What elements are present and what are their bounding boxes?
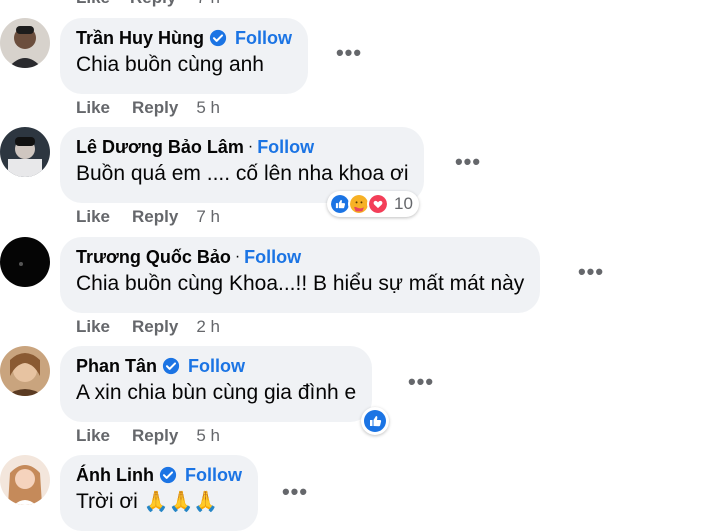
avatar[interactable] [0, 237, 50, 287]
comment-timestamp[interactable]: 2 h [196, 317, 220, 337]
comment-timestamp[interactable]: 7 h [196, 207, 220, 227]
comment-timestamp[interactable]: 7 h [196, 0, 220, 8]
like-button[interactable]: Like [76, 98, 110, 118]
comment-bubble: Trần Huy Hùng Follow Chia buồn cùng anh [60, 18, 309, 94]
comment-bubble: Ánh Linh Follow Trời ơi 🙏🙏🙏 [60, 455, 258, 531]
comment-bubble: Trương Quốc Bảo · Follow Chia buồn cùng … [60, 237, 541, 313]
follow-button[interactable]: Follow [188, 355, 245, 377]
follow-button[interactable]: Follow [185, 464, 242, 486]
commenter-name[interactable]: Ánh Linh [76, 464, 154, 486]
comment-actions: Like Reply 5 h [76, 98, 220, 118]
love-reaction-icon [367, 193, 389, 215]
verified-badge-icon [209, 29, 227, 47]
comment-actions: Like Reply 5 h [76, 426, 220, 446]
comment-text: Chia buồn cùng Khoa...!! B hiểu sự mất m… [76, 272, 525, 295]
like-button[interactable]: Like [76, 426, 110, 446]
previous-comment-actions: Like Reply 7 h [76, 0, 220, 8]
follow-button[interactable]: Follow [257, 136, 314, 158]
comment-bubble: Phan Tân Follow A xin chia bùn cùng gia … [60, 346, 373, 422]
follow-button[interactable]: Follow [235, 27, 292, 49]
more-options-icon[interactable]: ••• [406, 371, 436, 393]
commenter-name[interactable]: Trương Quốc Bảo [76, 246, 231, 268]
reaction-count: 10 [394, 194, 413, 213]
avatar[interactable] [0, 18, 50, 68]
commenter-name[interactable]: Lê Dương Bảo Lâm [76, 136, 244, 158]
avatar[interactable] [0, 455, 50, 505]
reply-button[interactable]: Reply [132, 207, 178, 227]
more-options-icon[interactable]: ••• [453, 151, 483, 173]
like-button[interactable]: Like [76, 0, 110, 8]
praying-hands-emoji: 🙏🙏🙏 [143, 491, 219, 513]
comment-timestamp[interactable]: 5 h [196, 98, 220, 118]
comment-text-body: Trời ơi [76, 490, 138, 513]
more-options-icon[interactable]: ••• [334, 42, 364, 64]
separator-dot: · [247, 138, 254, 155]
like-reaction-icon [364, 410, 386, 432]
like-button[interactable]: Like [76, 207, 110, 227]
comment-text: Chia buồn cùng anh [76, 53, 264, 76]
comment-feed: Like Reply 7 h Trần Huy Hùng Follow Chia… [0, 0, 723, 532]
reply-button[interactable]: Reply [130, 0, 176, 8]
more-options-icon[interactable]: ••• [576, 261, 606, 283]
comment-text: A xin chia bùn cùng gia đình e [76, 381, 357, 404]
separator-dot: · [234, 248, 241, 265]
comment-timestamp[interactable]: 5 h [196, 426, 220, 446]
like-button[interactable]: Like [76, 317, 110, 337]
reply-button[interactable]: Reply [132, 98, 178, 118]
verified-badge-icon [162, 357, 180, 375]
comment-text: Trời ơi 🙏🙏🙏 [76, 488, 242, 516]
more-options-icon[interactable]: ••• [280, 481, 310, 503]
avatar[interactable] [0, 127, 50, 177]
comment-actions: Like Reply 7 h [76, 207, 220, 227]
commenter-name[interactable]: Trần Huy Hùng [76, 27, 204, 49]
comment-text: Buồn quá em .... cố lên nha khoa ơi [76, 162, 409, 185]
comment-actions: Like Reply 2 h [76, 317, 220, 337]
reaction-summary[interactable]: 10 [327, 191, 419, 217]
commenter-name[interactable]: Phan Tân [76, 355, 157, 377]
reply-button[interactable]: Reply [132, 317, 178, 337]
reply-button[interactable]: Reply [132, 426, 178, 446]
avatar[interactable] [0, 346, 50, 396]
follow-button[interactable]: Follow [244, 246, 301, 268]
reaction-summary[interactable] [361, 407, 389, 435]
verified-badge-icon [159, 466, 177, 484]
